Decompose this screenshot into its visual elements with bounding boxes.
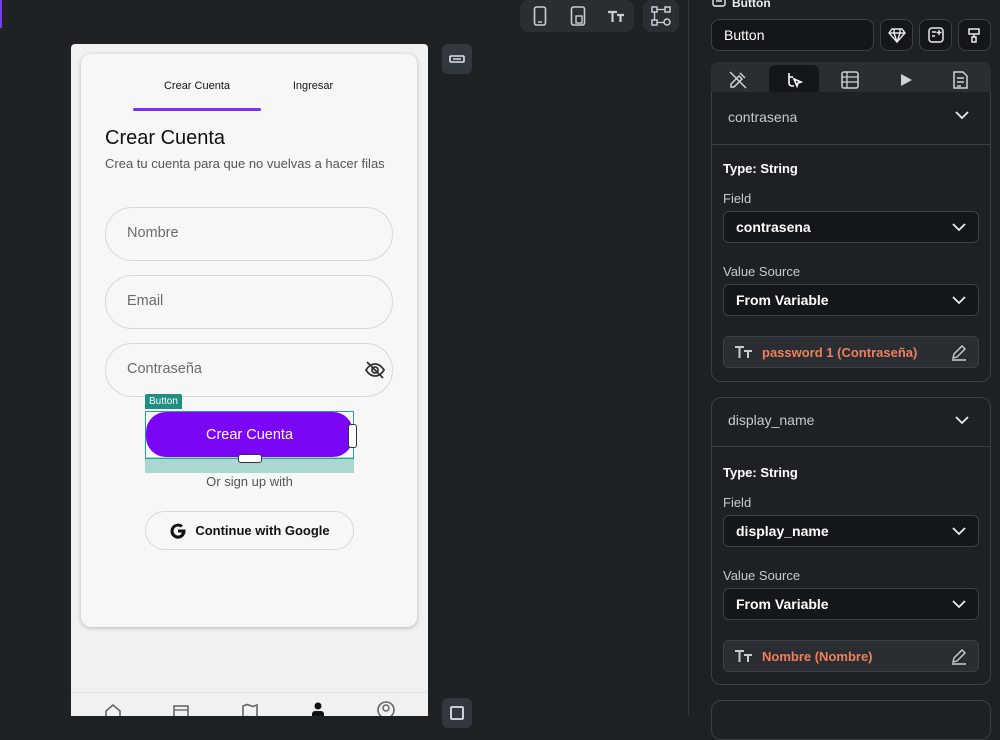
animation-tab[interactable]: [883, 65, 929, 95]
actions-tab[interactable]: [769, 65, 819, 95]
field-label: Field: [723, 495, 752, 510]
field-section-next: [711, 700, 991, 740]
backend-query-icon: [841, 71, 859, 89]
value-source-dropdown[interactable]: From Variable: [723, 284, 979, 316]
google-icon: [170, 523, 186, 539]
value-source-value: From Variable: [736, 596, 829, 612]
nombre-field[interactable]: Nombre: [105, 207, 393, 261]
notes-icon: [953, 71, 968, 89]
value-source-label: Value Source: [723, 568, 801, 583]
resize-width-handle[interactable]: [442, 44, 472, 74]
password-placeholder: Contraseña: [127, 361, 202, 377]
text-size-icon[interactable]: [604, 4, 628, 28]
chevron-down-icon: [952, 295, 966, 304]
crear-cuenta-button[interactable]: Crear Cuenta: [146, 412, 353, 457]
widget-type-label: Button: [732, 0, 771, 10]
text-type-icon: [735, 346, 752, 358]
page-title: Crear Cuenta: [105, 127, 226, 149]
page-subtitle: Crea tu cuenta para que no vuelvas a hac…: [105, 156, 385, 171]
eye-off-icon[interactable]: [364, 360, 386, 380]
tab-ingresar[interactable]: Ingresar: [263, 80, 363, 92]
device-toolbar: [520, 0, 634, 32]
person-icon[interactable]: [309, 701, 327, 716]
panel-divider: [688, 0, 689, 716]
email-placeholder: Email: [127, 293, 164, 309]
profile-circle-icon[interactable]: [377, 701, 395, 716]
phone-preview: Crear Cuenta Ingresar Crear Cuenta Crea …: [71, 44, 428, 716]
chevron-down-icon: [952, 222, 966, 231]
value-source-label: Value Source: [723, 264, 801, 279]
selection-tag: Button: [145, 394, 182, 409]
field-dropdown[interactable]: contrasena: [723, 211, 979, 243]
google-signin-button[interactable]: Continue with Google: [145, 511, 354, 550]
properties-icon: [729, 71, 747, 89]
home-icon[interactable]: [104, 703, 122, 716]
variable-chip[interactable]: password 1 (Contraseña): [723, 336, 979, 368]
canvas-scrollbar[interactable]: [690, 0, 699, 716]
calendar-icon[interactable]: [172, 703, 190, 716]
map-icon[interactable]: [241, 703, 259, 716]
resize-knob-bottom[interactable]: [238, 454, 262, 463]
field-dropdown[interactable]: display_name: [723, 515, 979, 547]
chevron-down-icon[interactable]: [955, 416, 969, 425]
field-dropdown-value: contrasena: [736, 219, 811, 235]
node-graph-button[interactable]: [643, 0, 679, 32]
variable-name: password 1 (Contraseña): [762, 344, 918, 360]
section-divider: [712, 446, 990, 447]
type-label: Type: String: [723, 465, 798, 480]
diamond-button[interactable]: [880, 19, 913, 51]
active-tab-indicator: [133, 108, 261, 111]
field-label: Field: [723, 191, 752, 206]
email-field[interactable]: Email: [105, 275, 393, 329]
square-icon: [450, 706, 464, 720]
tablet-icon[interactable]: [566, 4, 590, 28]
selection-edge-indicator: [0, 0, 2, 28]
bottom-nav-bar: [71, 692, 428, 716]
edit-pencil-icon: [952, 649, 966, 665]
nombre-placeholder: Nombre: [127, 225, 179, 241]
chevron-down-icon[interactable]: [955, 111, 969, 120]
backend-query-tab[interactable]: [827, 65, 873, 95]
resize-icon: [449, 55, 465, 63]
diamond-icon: [887, 28, 906, 43]
field-section-display-name: display_name Type: String Field display_…: [711, 397, 991, 685]
section-title: display_name: [728, 412, 815, 428]
field-dropdown-value: display_name: [736, 523, 829, 539]
type-label: Type: String: [723, 161, 798, 176]
actions-icon: [788, 73, 804, 89]
resize-knob-right[interactable]: [348, 424, 357, 448]
variable-chip[interactable]: Nombre (Nombre): [723, 640, 979, 672]
bottom-handle[interactable]: [442, 698, 472, 728]
animation-play-icon: [901, 74, 912, 86]
password-field[interactable]: Contraseña: [105, 343, 393, 397]
value-source-value: From Variable: [736, 292, 829, 308]
tab-crear-cuenta[interactable]: Crear Cuenta: [133, 80, 261, 92]
chevron-down-icon: [952, 599, 966, 608]
add-component-icon: [927, 27, 944, 43]
phone-icon[interactable]: [528, 4, 552, 28]
properties-tab[interactable]: [715, 65, 761, 95]
brush-icon: [967, 28, 980, 43]
add-component-button[interactable]: [919, 19, 952, 51]
text-type-icon: [735, 650, 752, 662]
properties-panel: Button Button contrasena Type: String Fi…: [699, 0, 1000, 740]
widget-name-input[interactable]: Button: [711, 19, 874, 51]
node-graph-icon: [649, 4, 673, 28]
value-source-dropdown[interactable]: From Variable: [723, 588, 979, 620]
variable-name: Nombre (Nombre): [762, 648, 873, 664]
edit-pencil-icon: [952, 345, 966, 361]
field-section-contrasena: contrasena Type: String Field contrasena…: [711, 92, 991, 382]
notes-tab[interactable]: [937, 65, 983, 95]
style-button[interactable]: [958, 19, 991, 51]
chevron-down-icon: [952, 526, 966, 535]
section-divider: [712, 144, 990, 145]
google-button-label: Continue with Google: [195, 523, 330, 538]
or-sign-up-text: Or sign up with: [206, 474, 293, 489]
section-title: contrasena: [728, 109, 798, 125]
button-type-icon: [712, 0, 726, 7]
